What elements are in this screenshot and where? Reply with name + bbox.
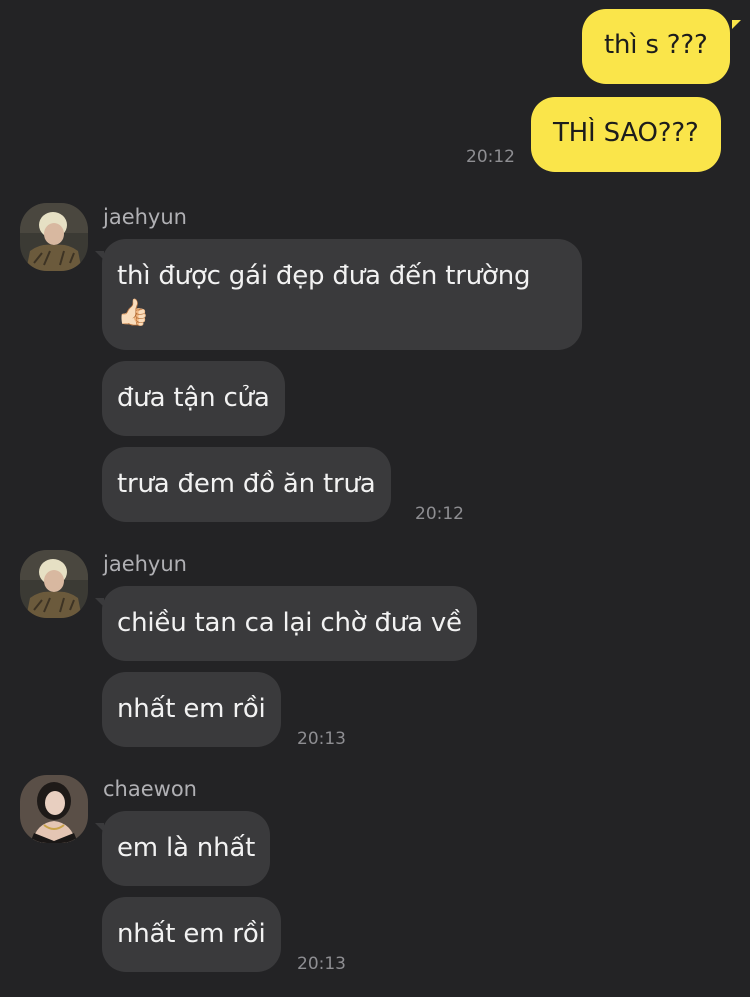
thumbs-up-emoji: 👍🏻 xyxy=(117,298,150,328)
profile-photo-icon xyxy=(20,203,88,271)
message-text: thì được gái đẹp đưa đến trường xyxy=(117,261,531,291)
message-text: nhất em rồi xyxy=(117,919,266,949)
sender-name: jaehyun xyxy=(103,205,187,229)
message-text: nhất em rồi xyxy=(117,694,266,724)
outgoing-bubble-tail xyxy=(732,20,741,29)
sender-avatar-jaehyun[interactable] xyxy=(20,203,88,271)
incoming-message-bubble[interactable]: em là nhất xyxy=(102,811,271,886)
chat-message-list[interactable]: thì s ??? THÌ SAO??? 20:12 jaehyun thì đ… xyxy=(0,0,750,997)
sender-avatar-jaehyun[interactable] xyxy=(20,550,88,618)
message-timestamp: 20:13 xyxy=(297,729,346,749)
profile-photo-icon xyxy=(20,550,88,618)
profile-photo-icon xyxy=(20,775,88,843)
message-text: em là nhất xyxy=(117,833,256,863)
incoming-message-bubble[interactable]: thì được gái đẹp đưa đến trường 👍🏻 xyxy=(102,239,582,350)
message-text: trưa đem đồ ăn trưa xyxy=(117,469,376,499)
message-timestamp: 20:12 xyxy=(466,147,515,167)
message-text: đưa tận cửa xyxy=(117,383,270,413)
sender-name: jaehyun xyxy=(103,552,187,576)
sender-avatar-chaewon[interactable] xyxy=(20,775,88,843)
outgoing-message-bubble[interactable]: THÌ SAO??? xyxy=(531,97,721,172)
incoming-message-bubble[interactable]: đưa tận cửa xyxy=(102,361,285,436)
incoming-message-bubble[interactable]: nhất em rồi xyxy=(102,672,281,747)
message-text: chiều tan ca lại chờ đưa về xyxy=(117,608,462,638)
message-text: THÌ SAO??? xyxy=(553,118,699,148)
message-text: thì s ??? xyxy=(604,30,708,60)
message-timestamp: 20:12 xyxy=(415,504,464,524)
sender-name: chaewon xyxy=(103,777,197,801)
incoming-message-bubble[interactable]: trưa đem đồ ăn trưa xyxy=(102,447,391,522)
incoming-message-bubble[interactable]: nhất em rồi xyxy=(102,897,281,972)
message-timestamp: 20:13 xyxy=(297,954,346,974)
incoming-message-bubble[interactable]: chiều tan ca lại chờ đưa về xyxy=(102,586,477,661)
outgoing-message-bubble[interactable]: thì s ??? xyxy=(582,9,730,84)
